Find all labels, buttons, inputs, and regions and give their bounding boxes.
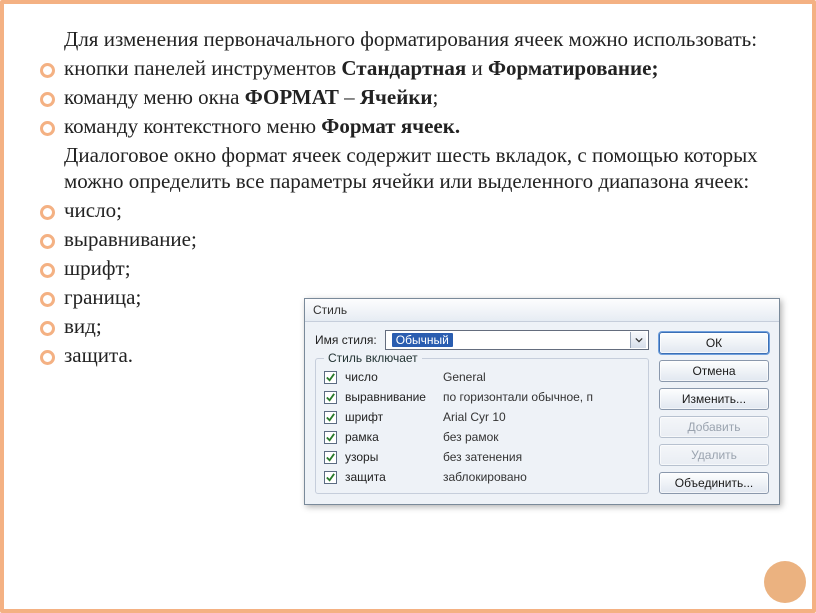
checkbox-checked-icon[interactable]: [324, 471, 337, 484]
paragraph-text: Диалоговое окно формат ячеек содержит ше…: [64, 142, 786, 196]
delete-button: Удалить: [659, 444, 769, 466]
list-item: команду контекстного меню Формат ячеек.: [36, 113, 786, 140]
list-item: число;: [36, 197, 786, 224]
checkbox-checked-icon[interactable]: [324, 391, 337, 404]
list-item: команду меню окна ФОРМАТ – Ячейки;: [36, 84, 786, 111]
style-includes-group: Стиль включает число General выравнивани…: [315, 358, 649, 494]
style-name-combo[interactable]: Обычный: [385, 330, 649, 350]
option-row: узоры без затенения: [324, 447, 640, 467]
style-dialog: Стиль Имя стиля: Обычный Стиль включает …: [304, 298, 780, 505]
change-button[interactable]: Изменить...: [659, 388, 769, 410]
option-row: выравнивание по горизонтали обычное, п: [324, 387, 640, 407]
checkbox-checked-icon[interactable]: [324, 371, 337, 384]
style-name-label: Имя стиля:: [315, 333, 377, 347]
ok-button[interactable]: ОК: [659, 332, 769, 354]
bullets-top: кнопки панелей инструментов Стандартная …: [36, 55, 786, 140]
list-item: шрифт;: [36, 255, 786, 282]
option-row: число General: [324, 367, 640, 387]
list-item: кнопки панелей инструментов Стандартная …: [36, 55, 786, 82]
group-legend: Стиль включает: [324, 351, 422, 365]
add-button: Добавить: [659, 416, 769, 438]
option-row: шрифт Arial Cyr 10: [324, 407, 640, 427]
checkbox-checked-icon[interactable]: [324, 431, 337, 444]
dialog-title: Стиль: [305, 299, 779, 322]
option-row: защита заблокировано: [324, 467, 640, 487]
intro-text: Для изменения первоначального форматиров…: [64, 26, 786, 53]
list-item: выравнивание;: [36, 226, 786, 253]
option-row: рамка без рамок: [324, 427, 640, 447]
cancel-button[interactable]: Отмена: [659, 360, 769, 382]
checkbox-checked-icon[interactable]: [324, 451, 337, 464]
chevron-down-icon[interactable]: [630, 332, 646, 348]
checkbox-checked-icon[interactable]: [324, 411, 337, 424]
merge-button[interactable]: Объединить...: [659, 472, 769, 494]
style-name-value: Обычный: [392, 333, 453, 347]
